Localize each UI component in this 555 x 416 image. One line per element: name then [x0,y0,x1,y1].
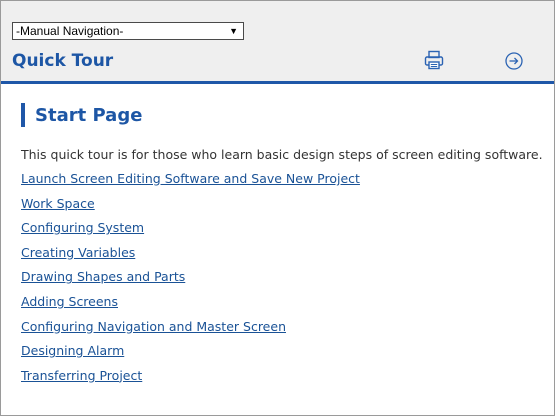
manual-navigation-dropdown[interactable]: -Manual Navigation- ▼ [12,22,244,40]
link-configuring-system[interactable]: Configuring System [21,220,144,235]
section-accent-bar [21,103,25,127]
list-item: Configuring Navigation and Master Screen [21,316,548,341]
link-configuring-navigation[interactable]: Configuring Navigation and Master Screen [21,319,286,334]
dropdown-selected-value: -Manual Navigation- [16,24,124,38]
header: -Manual Navigation- ▼ Quick Tour [1,1,554,81]
printer-icon [424,50,444,70]
link-work-space[interactable]: Work Space [21,196,95,211]
header-divider [1,81,554,84]
section-header: Start Page [21,103,548,127]
print-button[interactable] [422,48,446,72]
link-drawing-shapes[interactable]: Drawing Shapes and Parts [21,269,185,284]
list-item: Launch Screen Editing Software and Save … [21,168,548,193]
triangle-down-icon: ▼ [229,26,238,36]
window-frame: -Manual Navigation- ▼ Quick Tour Start P… [0,0,555,416]
intro-text: This quick tour is for those who learn b… [21,147,543,162]
link-launch-software[interactable]: Launch Screen Editing Software and Save … [21,171,360,186]
list-item: Creating Variables [21,242,548,267]
list-item: Transferring Project [21,365,548,390]
link-list: Launch Screen Editing Software and Save … [21,168,548,389]
link-transferring-project[interactable]: Transferring Project [21,368,142,383]
main-content: Start Page This quick tour is for those … [21,103,548,389]
link-adding-screens[interactable]: Adding Screens [21,294,118,309]
section-title: Start Page [35,104,143,126]
page-title: Quick Tour [12,51,114,71]
list-item: Drawing Shapes and Parts [21,266,548,291]
list-item: Configuring System [21,217,548,242]
link-designing-alarm[interactable]: Designing Alarm [21,343,124,358]
circle-arrow-right-icon [505,52,523,70]
link-creating-variables[interactable]: Creating Variables [21,245,135,260]
list-item: Designing Alarm [21,340,548,365]
next-button[interactable] [502,49,526,73]
list-item: Adding Screens [21,291,548,316]
list-item: Work Space [21,193,548,218]
